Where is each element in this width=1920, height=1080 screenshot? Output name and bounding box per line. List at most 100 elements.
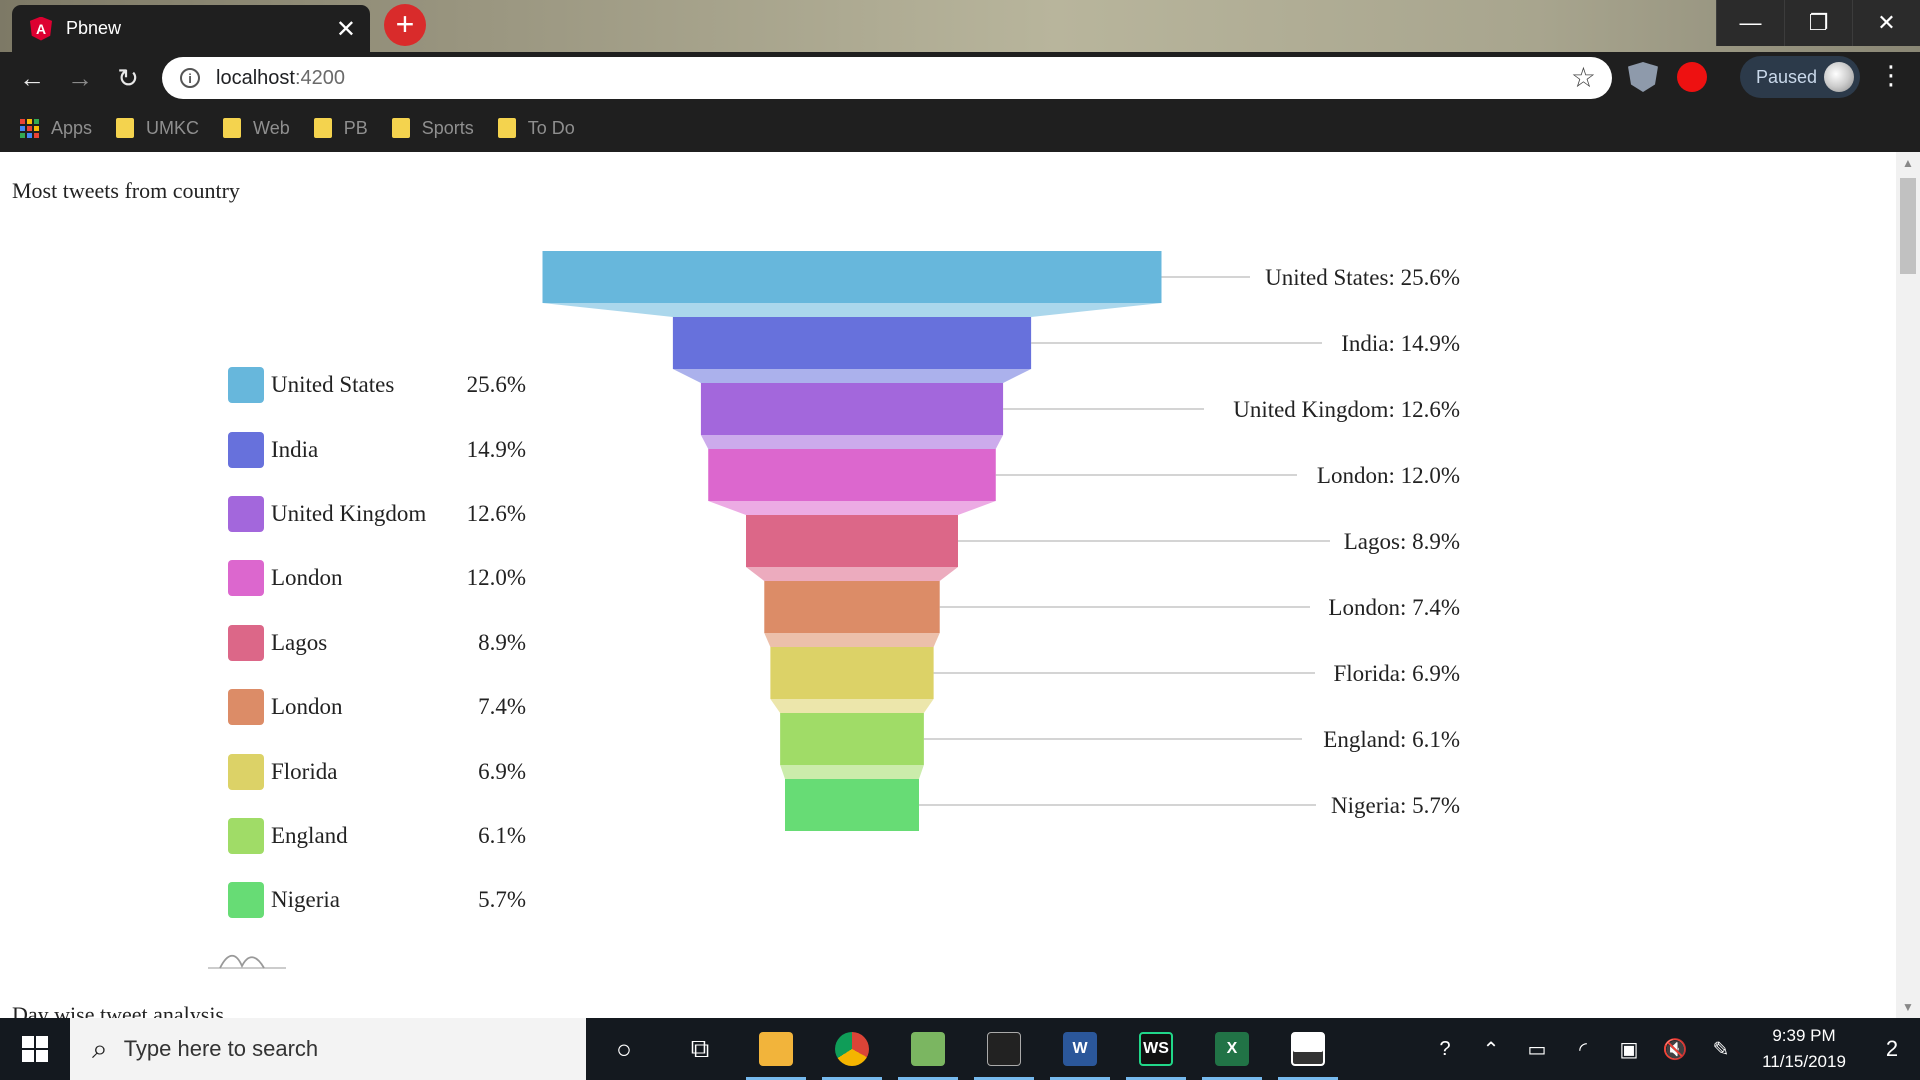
url-text[interactable]: localhost:4200 <box>216 67 345 90</box>
legend-swatch <box>228 431 264 468</box>
legend-item[interactable]: London 7.4% <box>228 675 526 739</box>
scroll-up-arrow-icon[interactable]: ▲ <box>1902 156 1914 170</box>
legend-value: 25.6% <box>466 372 526 398</box>
reload-icon[interactable]: ↻ <box>110 60 146 96</box>
funnel-link <box>770 699 934 713</box>
legend-item[interactable]: London 12.0% <box>228 546 526 610</box>
system-tray: ? ⌃ ▭ ◜ ▣ 🔇 ✎ 9:39 PM 11/15/2019 2 <box>1422 1018 1920 1080</box>
scroll-down-arrow-icon[interactable]: ▼ <box>1902 1000 1914 1014</box>
funnel-slice[interactable] <box>746 515 958 567</box>
window-controls: — ❐ ✕ <box>1716 0 1920 46</box>
funnel-slice[interactable] <box>542 251 1162 303</box>
legend-name: Lagos <box>271 629 328 655</box>
notifications-icon[interactable]: 2 <box>1864 1036 1920 1062</box>
new-tab-button[interactable]: + <box>384 4 426 46</box>
file-explorer-icon[interactable] <box>738 1018 814 1080</box>
forward-arrow-icon[interactable]: → <box>62 60 98 96</box>
bookmark-umkc[interactable]: UMKC <box>116 118 199 139</box>
legend-value: 12.0% <box>466 565 526 591</box>
legend-swatch <box>228 689 264 726</box>
legend-item[interactable]: England 6.1% <box>228 804 526 868</box>
webstorm-icon[interactable]: WS <box>1118 1018 1194 1080</box>
more-menu-icon[interactable]: ⋮ <box>1878 60 1904 91</box>
legend-value: 12.6% <box>466 500 526 526</box>
browser-toolbar: ← → ↻ i localhost:4200 ☆ Paused ⋮ <box>0 52 1920 104</box>
funnel-slice[interactable] <box>708 449 996 501</box>
clock[interactable]: 9:39 PM 11/15/2019 <box>1744 1023 1864 1075</box>
bookmark-label: UMKC <box>146 117 200 138</box>
cortana-icon[interactable]: ○ <box>586 1018 662 1080</box>
browser-titlebar: A Pbnew ✕ + — ❐ ✕ <box>0 0 1920 52</box>
scroll-thumb[interactable] <box>1900 178 1916 274</box>
minimize-button[interactable]: — <box>1716 0 1784 46</box>
task-view-icon[interactable]: ⧉ <box>662 1018 738 1080</box>
page-content: Most tweets from country United States: … <box>0 152 1896 1018</box>
wifi-icon[interactable]: ◜ <box>1560 1037 1606 1062</box>
funnel-link <box>542 303 1162 317</box>
windows-logo-icon <box>22 1036 48 1062</box>
funnel-value-label: England: 6.1% <box>1323 727 1460 752</box>
profile-button[interactable]: Paused <box>1740 56 1860 98</box>
legend-item[interactable]: Nigeria 5.7% <box>228 868 526 932</box>
legend-item[interactable]: Florida 6.9% <box>228 739 526 803</box>
bookmarks-bar: Apps UMKC Web PB Sports To Do <box>0 104 1920 152</box>
address-bar[interactable]: i localhost:4200 ☆ <box>162 57 1612 99</box>
legend-name: United States <box>271 372 395 398</box>
terminal-icon[interactable] <box>966 1018 1042 1080</box>
site-info-icon[interactable]: i <box>180 68 200 88</box>
photos-icon[interactable] <box>1270 1018 1346 1080</box>
adblock-extension-icon[interactable] <box>1677 62 1707 92</box>
funnel-slice[interactable] <box>785 779 919 831</box>
word-icon[interactable]: W <box>1042 1018 1118 1080</box>
funnel-slice[interactable] <box>700 383 1004 435</box>
funnel-slice[interactable] <box>672 317 1032 369</box>
help-icon[interactable]: ? <box>1422 1038 1468 1061</box>
excel-icon[interactable]: X <box>1194 1018 1270 1080</box>
search-icon: ⌕ <box>92 1032 108 1064</box>
bookmark-label: To Do <box>527 117 575 138</box>
legend-item[interactable]: India 14.9% <box>228 417 526 481</box>
taskbar-search[interactable]: ⌕ Type here to search <box>70 1018 586 1080</box>
pen-icon[interactable]: ✎ <box>1698 1037 1744 1062</box>
close-window-button[interactable]: ✕ <box>1852 0 1920 46</box>
battery-icon[interactable]: ▭ <box>1514 1037 1560 1062</box>
page-scrollbar[interactable]: ▲ ▼ <box>1896 152 1920 1018</box>
chrome-icon[interactable] <box>814 1018 890 1080</box>
funnel-value-label: Florida: 6.9% <box>1334 661 1461 686</box>
folder-icon <box>313 118 332 138</box>
bookmark-web[interactable]: Web <box>223 118 290 139</box>
back-arrow-icon[interactable]: ← <box>14 60 50 96</box>
chevron-up-icon[interactable]: ⌃ <box>1468 1037 1514 1062</box>
legend-item[interactable]: Lagos 8.9% <box>228 611 526 675</box>
close-tab-icon[interactable]: ✕ <box>336 15 356 44</box>
browser-tab[interactable]: A Pbnew ✕ <box>12 5 370 52</box>
volume-muted-icon[interactable]: 🔇 <box>1652 1037 1698 1062</box>
bookmark-apps[interactable]: Apps <box>20 118 92 139</box>
search-placeholder: Type here to search <box>123 1036 319 1061</box>
bookmark-todo[interactable]: To Do <box>497 117 575 139</box>
start-button[interactable] <box>0 1018 70 1080</box>
bookmark-label: PB <box>343 117 368 138</box>
display-icon[interactable]: ▣ <box>1606 1037 1652 1062</box>
bookmark-sports[interactable]: Sports <box>391 117 474 139</box>
bookmark-star-icon[interactable]: ☆ <box>1571 61 1596 94</box>
profile-status: Paused <box>1756 66 1818 87</box>
funnel-slice[interactable] <box>764 581 940 633</box>
amcharts-logo-icon[interactable] <box>206 948 288 972</box>
legend-swatch <box>228 753 264 790</box>
legend-value: 6.9% <box>478 758 526 784</box>
funnel-value-label: United States: 25.6% <box>1265 265 1460 290</box>
funnel-link <box>780 765 924 779</box>
bookmark-label: Sports <box>421 117 474 138</box>
bookmark-pb[interactable]: PB <box>313 117 368 139</box>
funnel-value-label: Lagos: 8.9% <box>1344 529 1460 554</box>
funnel-slice[interactable] <box>770 647 934 699</box>
clock-date: 11/15/2019 <box>1762 1052 1846 1071</box>
shield-extension-icon[interactable] <box>1628 62 1658 92</box>
funnel-slice[interactable] <box>780 713 924 765</box>
image-editor-icon[interactable] <box>890 1018 966 1080</box>
legend-item[interactable]: United States 25.6% <box>228 353 526 417</box>
legend-item[interactable]: United Kingdom 12.6% <box>228 482 526 546</box>
restore-button[interactable]: ❐ <box>1784 0 1852 46</box>
folder-icon <box>223 118 242 138</box>
